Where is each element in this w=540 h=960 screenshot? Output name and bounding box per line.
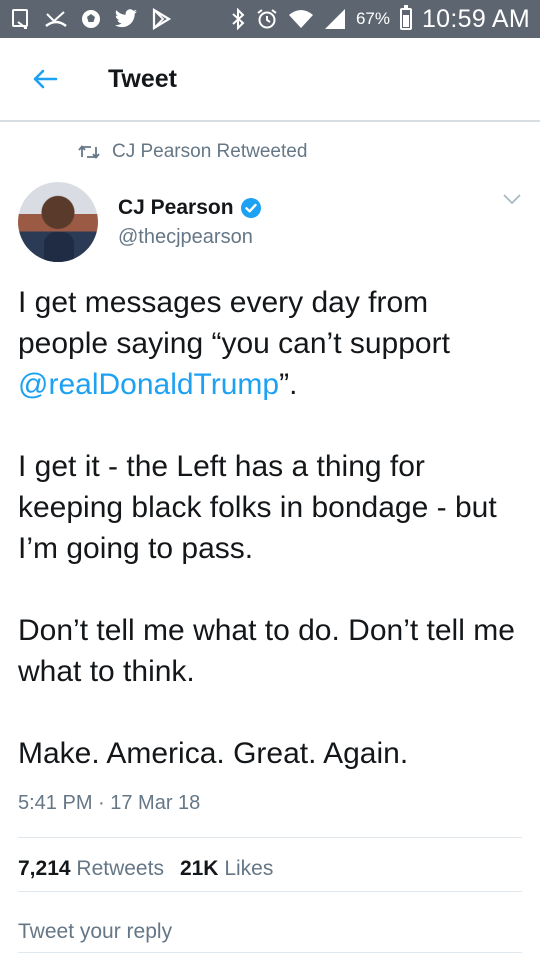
- status-bar: 67% 10:59 AM: [0, 0, 540, 38]
- retweets-label: Retweets: [76, 857, 164, 880]
- verified-badge-icon: [240, 198, 261, 218]
- likes-stat[interactable]: 21K Likes: [180, 857, 273, 881]
- avatar[interactable]: [18, 182, 98, 262]
- author-name-row: CJ Pearson: [118, 196, 262, 220]
- battery-percent: 67%: [355, 9, 390, 28]
- soccer-ball-icon: [80, 7, 102, 31]
- author-name[interactable]: CJ Pearson: [118, 196, 234, 220]
- twitter-bird-icon: [114, 7, 138, 31]
- divider: [18, 837, 522, 838]
- tweet-author: CJ Pearson @thecjpearson: [18, 182, 528, 264]
- tweet-paragraph: I get it - the Left has a thing for keep…: [18, 450, 497, 565]
- app-bar: Tweet: [0, 38, 540, 122]
- notification-icons: [10, 7, 230, 31]
- tweet-paragraph: I get messages every day from people say…: [18, 282, 523, 405]
- tweet-stats: 7,214 Retweets 21K Likes: [18, 857, 273, 881]
- play-store-icon: [150, 7, 172, 31]
- back-arrow-icon: [33, 69, 58, 89]
- retweet-context[interactable]: CJ Pearson Retweeted: [78, 140, 307, 164]
- tweet-timestamp: 5:41 PM · 17 Mar 18: [18, 792, 201, 814]
- tweet-text-segment: ”.: [279, 368, 298, 401]
- likes-count: 21K: [179, 857, 219, 880]
- tweet-paragraph: Make. America. Great. Again.: [18, 737, 409, 770]
- back-button[interactable]: [0, 37, 90, 121]
- divider: [18, 952, 522, 953]
- mention-link[interactable]: @realDonaldTrump: [18, 368, 279, 401]
- retweet-label: CJ Pearson Retweeted: [112, 141, 308, 162]
- tweet-text: I get messages every day from people say…: [18, 282, 523, 815]
- reply-placeholder: Tweet your reply: [18, 920, 173, 943]
- signal-icon: [324, 7, 346, 31]
- tweet-options-button[interactable]: [502, 192, 522, 210]
- missed-call-icon: [44, 7, 68, 31]
- alarm-icon: [256, 7, 278, 31]
- likes-label: Likes: [224, 857, 274, 880]
- retweet-icon: [78, 145, 100, 159]
- tweet-paragraph: Don’t tell me what to do. Don’t tell me …: [18, 614, 515, 688]
- page-title: Tweet: [108, 64, 177, 93]
- wifi-icon: [288, 7, 314, 31]
- reply-input[interactable]: Tweet your reply: [18, 912, 522, 952]
- screenshot-icon: [10, 7, 32, 31]
- divider: [18, 891, 522, 892]
- tweet-text-segment: I get messages every day from people say…: [18, 286, 450, 360]
- system-icons: 67% 10:59 AM: [230, 5, 530, 34]
- battery-level: [402, 14, 409, 27]
- clock: 10:59 AM: [421, 4, 530, 33]
- retweets-stat[interactable]: 7,214 Retweets: [18, 857, 164, 881]
- retweets-count: 7,214: [18, 857, 71, 880]
- author-handle[interactable]: @thecjpearson: [118, 226, 262, 249]
- battery-icon: [399, 5, 412, 30]
- chevron-down-icon: [503, 194, 521, 205]
- author-info: CJ Pearson @thecjpearson: [118, 196, 262, 249]
- bluetooth-icon: [230, 7, 246, 31]
